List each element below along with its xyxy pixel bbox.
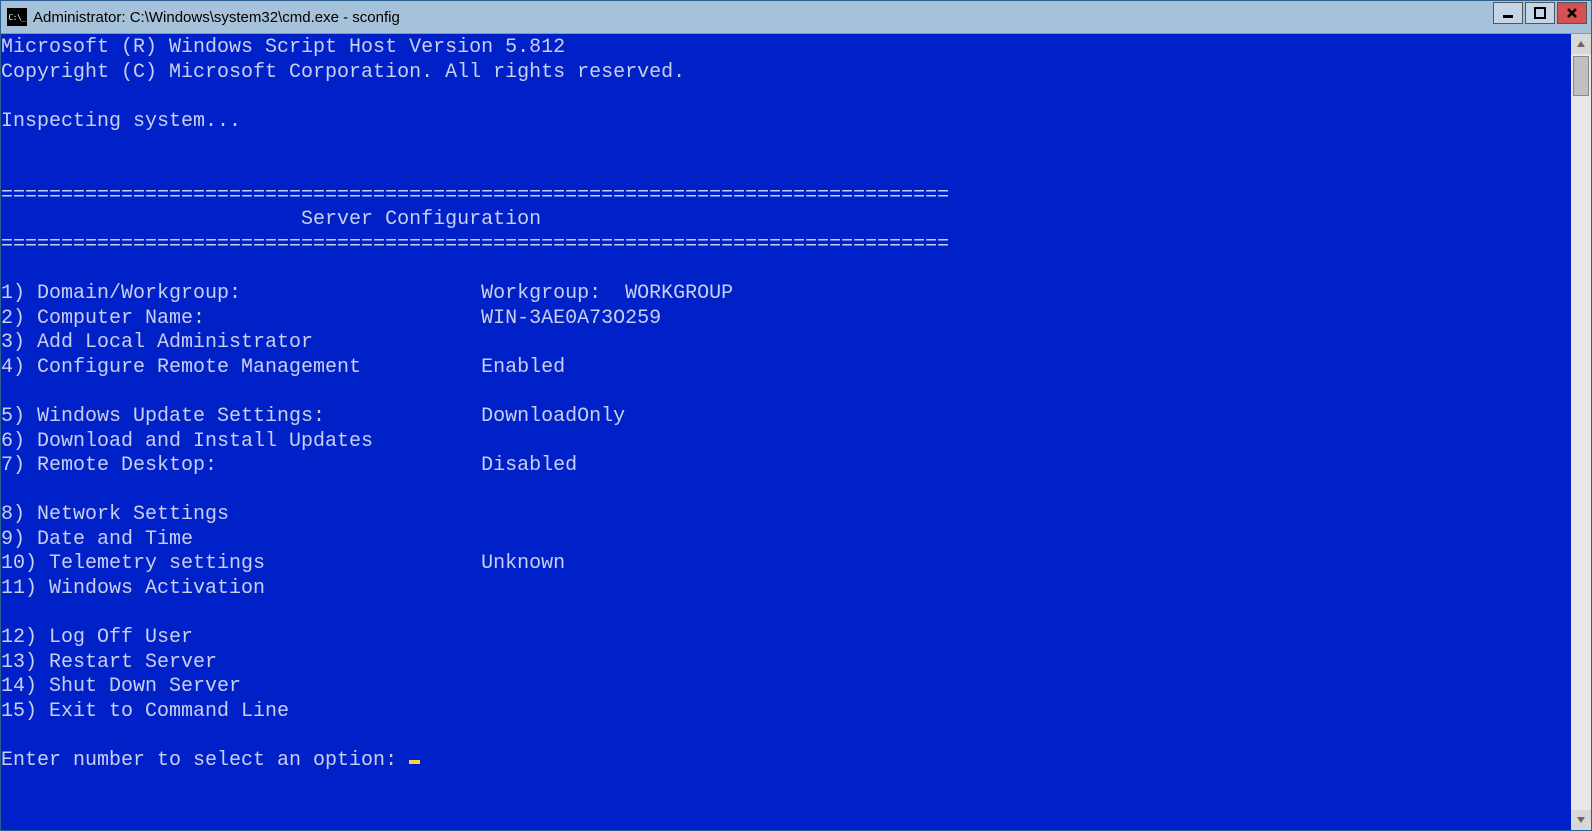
scroll-down-button[interactable] (1571, 810, 1591, 830)
menu-item-telemetry: 10) Telemetry settings Unknown (1, 552, 565, 575)
menu-item-domain: 1) Domain/Workgroup: Workgroup: WORKGROU… (1, 282, 733, 305)
menu-item-remote-mgmt: 4) Configure Remote Management Enabled (1, 356, 565, 379)
menu-item-shutdown: 14) Shut Down Server (1, 675, 241, 698)
terminal-output[interactable]: Microsoft (R) Windows Script Host Versio… (1, 34, 1571, 830)
cursor (409, 760, 420, 764)
menu-item-computer-name: 2) Computer Name: WIN-3AE0A73O259 (1, 307, 661, 330)
inspecting-line: Inspecting system... (1, 110, 241, 133)
chevron-up-icon (1577, 41, 1585, 47)
maximize-icon (1533, 6, 1547, 20)
window-frame: C:\_ Administrator: C:\Windows\system32\… (0, 0, 1592, 831)
minimize-button[interactable] (1493, 2, 1523, 24)
window-controls (1491, 1, 1591, 33)
scroll-up-button[interactable] (1571, 34, 1591, 54)
menu-item-activation: 11) Windows Activation (1, 577, 265, 600)
vertical-scrollbar[interactable] (1571, 34, 1591, 830)
copyright-line: Copyright (C) Microsoft Corporation. All… (1, 61, 685, 84)
close-icon (1565, 6, 1579, 20)
chevron-down-icon (1577, 817, 1585, 823)
menu-item-datetime: 9) Date and Time (1, 528, 193, 551)
minimize-icon (1501, 6, 1515, 20)
divider-bottom: ========================================… (1, 233, 949, 256)
menu-item-exit: 15) Exit to Command Line (1, 700, 289, 723)
config-title: Server Configuration (1, 208, 541, 231)
menu-item-install-updates: 6) Download and Install Updates (1, 430, 373, 453)
scroll-thumb[interactable] (1573, 56, 1589, 96)
cmd-icon: C:\_ (7, 8, 27, 26)
menu-item-add-admin: 3) Add Local Administrator (1, 331, 313, 354)
menu-item-logoff: 12) Log Off User (1, 626, 193, 649)
window-title: Administrator: C:\Windows\system32\cmd.e… (33, 9, 1491, 26)
close-button[interactable] (1557, 2, 1587, 24)
divider-top: ========================================… (1, 184, 949, 207)
titlebar[interactable]: C:\_ Administrator: C:\Windows\system32\… (1, 1, 1591, 34)
maximize-button[interactable] (1525, 2, 1555, 24)
menu-item-restart: 13) Restart Server (1, 651, 217, 674)
menu-item-update-settings: 5) Windows Update Settings: DownloadOnly (1, 405, 625, 428)
content-area: Microsoft (R) Windows Script Host Versio… (1, 34, 1591, 830)
script-host-line: Microsoft (R) Windows Script Host Versio… (1, 36, 565, 59)
menu-item-remote-desktop: 7) Remote Desktop: Disabled (1, 454, 577, 477)
menu-item-network: 8) Network Settings (1, 503, 229, 526)
prompt-text: Enter number to select an option: (1, 749, 409, 772)
